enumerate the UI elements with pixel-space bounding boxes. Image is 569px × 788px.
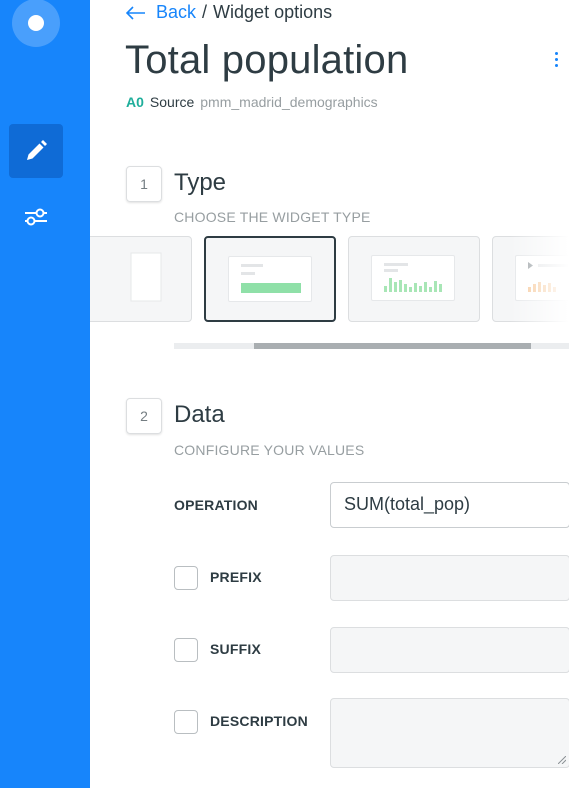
source-label: Source xyxy=(149,94,195,110)
formula-widget-icon xyxy=(241,264,301,293)
section-title-type: Type xyxy=(174,169,227,196)
sidebar xyxy=(0,0,90,788)
source-line: A0 Source pmm_madrid_demographics xyxy=(126,94,378,110)
step-number-1: 1 xyxy=(126,166,162,202)
app-logo[interactable] xyxy=(12,0,60,47)
widget-type-category[interactable] xyxy=(90,236,192,322)
more-options-button[interactable] xyxy=(552,52,560,72)
section-subtitle-data: CONFIGURE YOUR VALUES xyxy=(174,442,365,458)
category-widget-icon xyxy=(130,252,162,302)
sliders-icon xyxy=(25,208,47,226)
page-title[interactable]: Total population xyxy=(125,38,408,83)
widget-type-time-series[interactable] xyxy=(492,236,569,322)
description-label: DESCRIPTION xyxy=(210,713,308,729)
suffix-input[interactable] xyxy=(330,627,569,673)
breadcrumb: Back / Widget options xyxy=(126,2,332,23)
arrow-left-icon xyxy=(126,5,145,20)
style-settings-button[interactable] xyxy=(9,190,63,244)
main-content: Back / Widget options Total population A… xyxy=(90,0,569,788)
step-number-2: 2 xyxy=(126,398,162,434)
pencil-icon xyxy=(27,140,47,160)
back-label: Back xyxy=(156,2,197,22)
widget-type-histogram[interactable] xyxy=(348,236,480,322)
resize-grip-icon[interactable] xyxy=(558,756,566,764)
time-series-widget-icon xyxy=(528,262,569,292)
prefix-label: PREFIX xyxy=(210,569,262,585)
breadcrumb-current: Widget options xyxy=(213,2,333,22)
description-textarea[interactable] xyxy=(330,698,569,768)
operation-select[interactable]: SUM(total_pop) xyxy=(330,482,569,528)
back-link[interactable]: Back xyxy=(126,2,196,23)
suffix-label: SUFFIX xyxy=(210,641,261,657)
source-name: pmm_madrid_demographics xyxy=(200,94,378,110)
section-subtitle-type: CHOOSE THE WIDGET TYPE xyxy=(174,209,371,225)
breadcrumb-separator: / xyxy=(202,2,208,22)
prefix-input[interactable] xyxy=(330,555,569,601)
description-checkbox[interactable] xyxy=(174,710,198,734)
prefix-checkbox[interactable] xyxy=(174,566,198,590)
suffix-checkbox[interactable] xyxy=(174,638,198,662)
carousel-scrollbar-thumb[interactable] xyxy=(254,343,531,349)
histogram-widget-icon xyxy=(384,263,442,292)
widget-type-formula[interactable] xyxy=(204,236,336,322)
section-title-data: Data xyxy=(174,401,225,428)
source-badge: A0 xyxy=(126,94,144,110)
operation-label: OPERATION xyxy=(174,497,258,513)
edit-pencil-button[interactable] xyxy=(9,124,63,178)
